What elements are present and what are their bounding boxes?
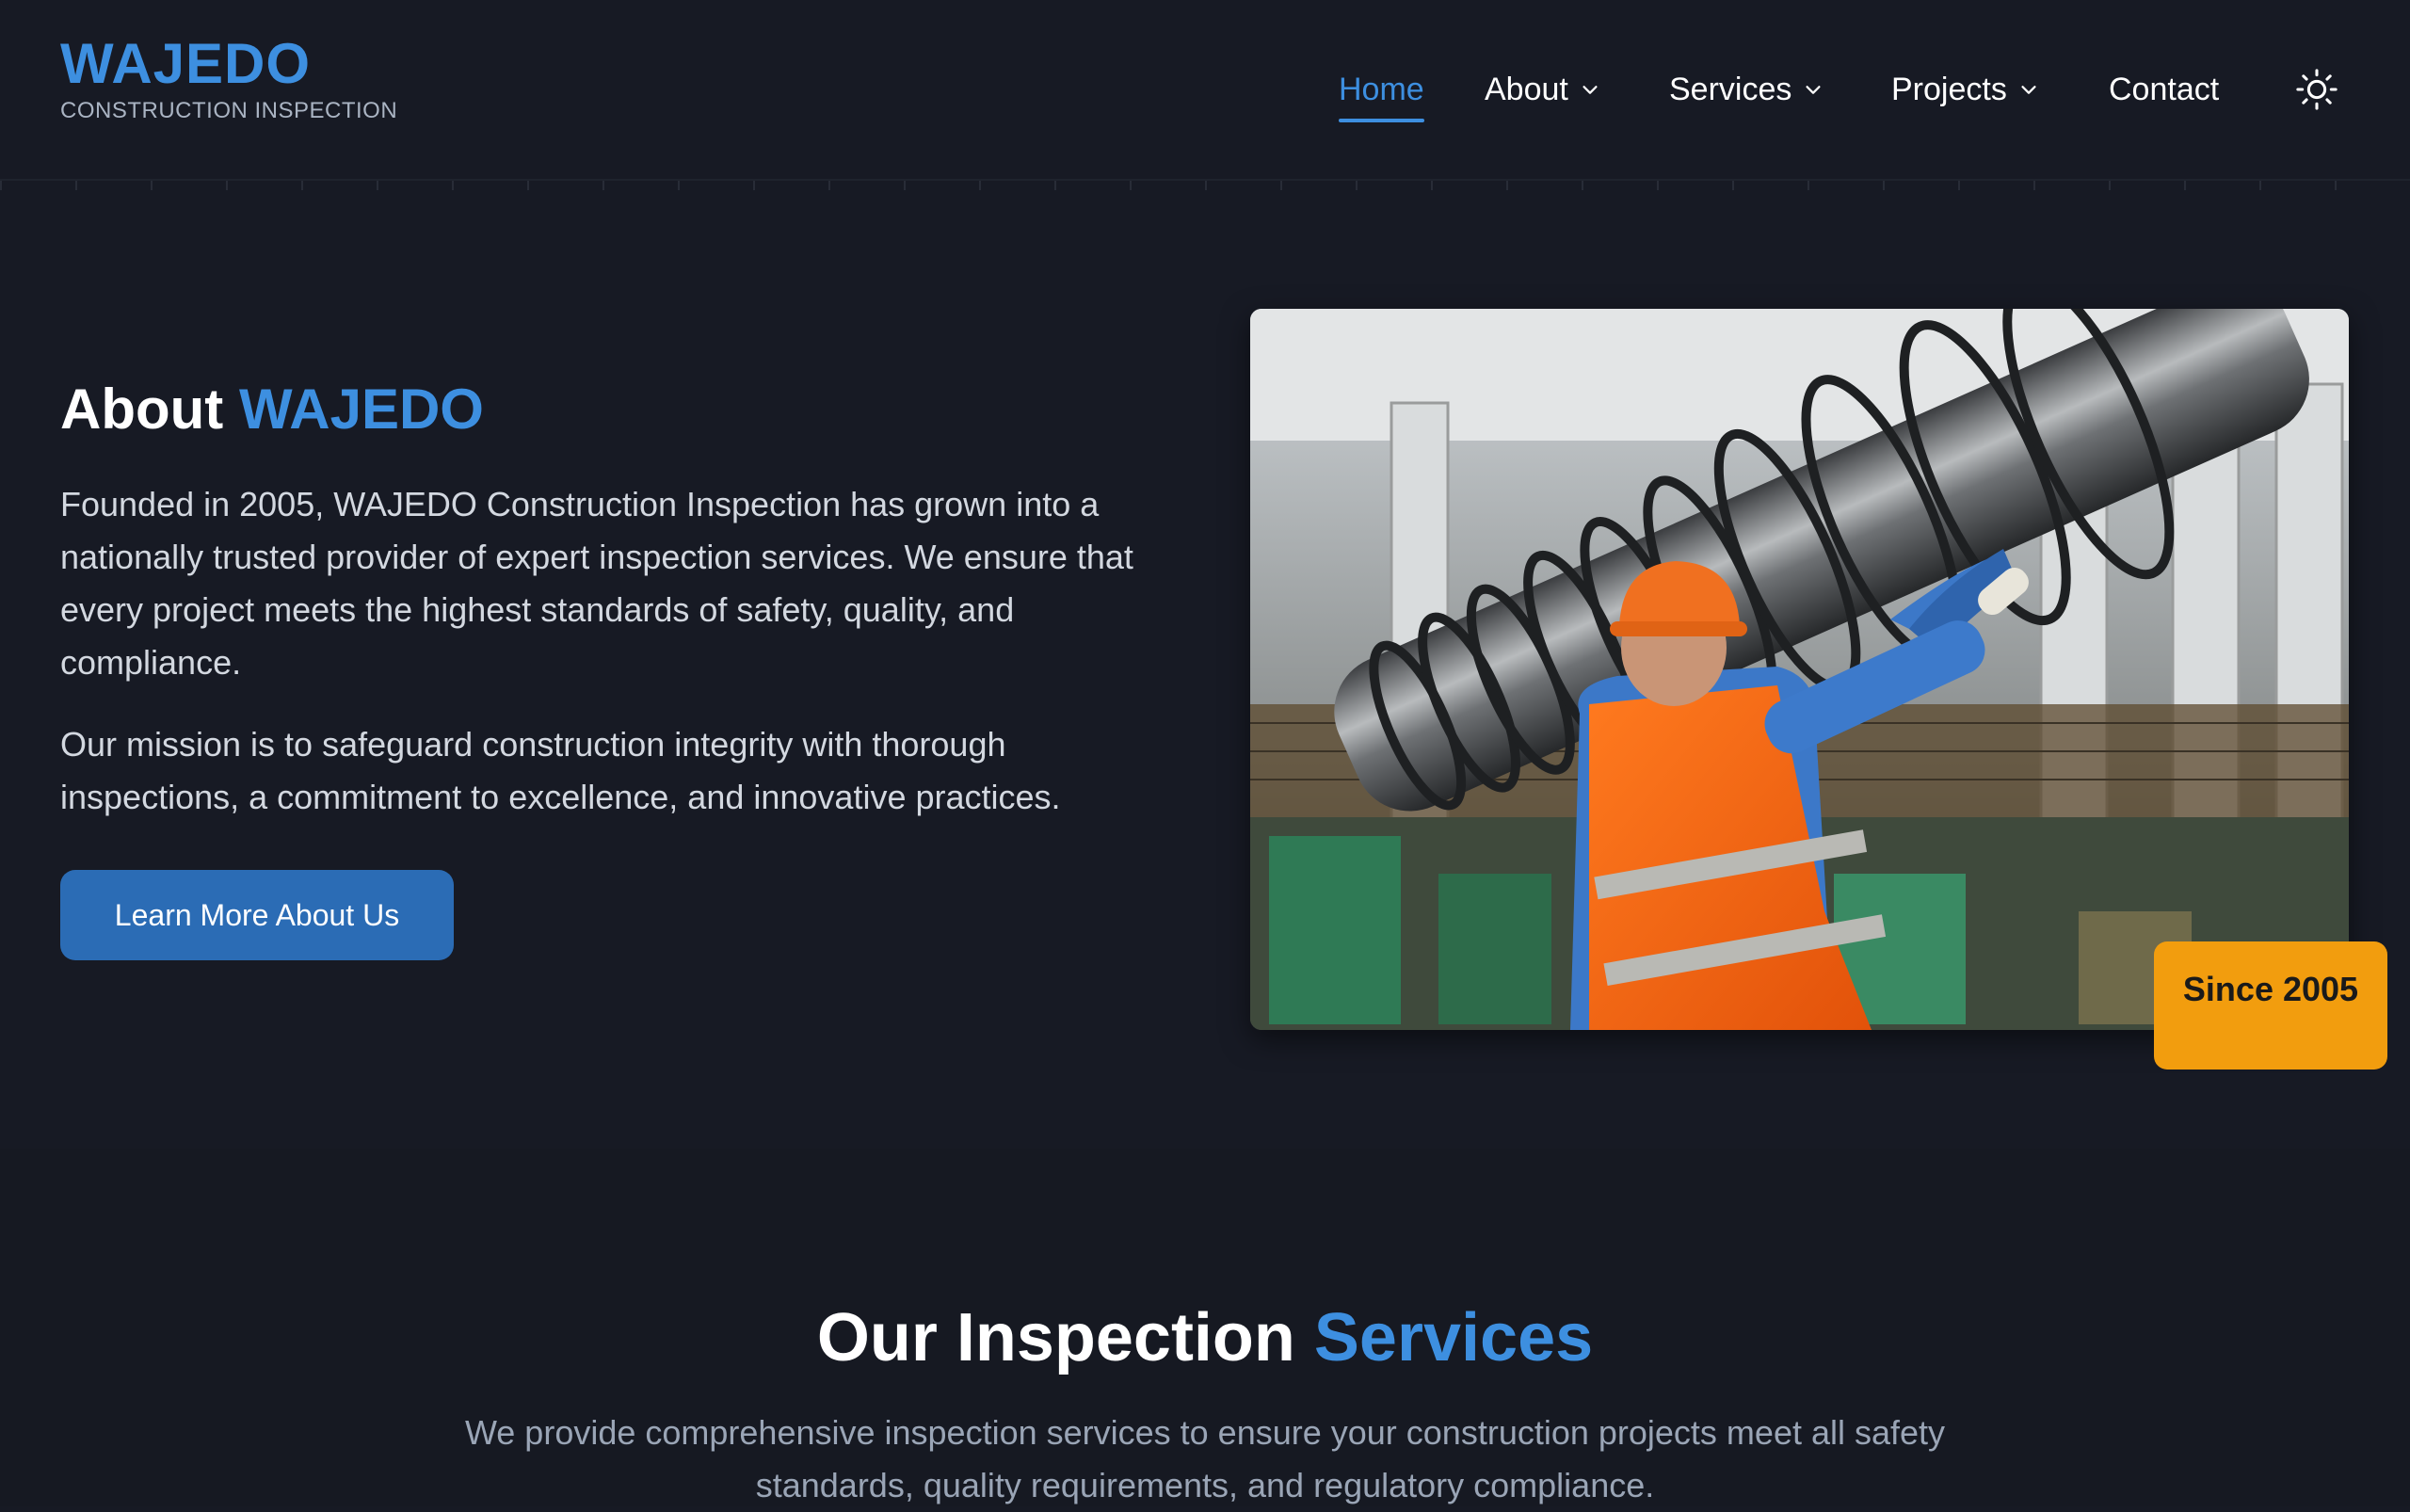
about-heading: About WAJEDO xyxy=(60,377,484,442)
services-heading-prefix: Our Inspection xyxy=(816,1300,1314,1375)
nav-about[interactable]: About xyxy=(1485,66,1600,113)
sun-icon xyxy=(2296,69,2338,110)
factory-inspector-illustration xyxy=(1250,309,2349,1030)
nav-projects-label: Projects xyxy=(1891,71,2007,107)
nav-contact-label: Contact xyxy=(2109,71,2220,107)
nav-services-label: Services xyxy=(1669,71,1792,107)
learn-more-button[interactable]: Learn More About Us xyxy=(60,870,454,960)
services-heading: Our Inspection Services xyxy=(0,1299,2410,1376)
logo-subtitle: CONSTRUCTION INSPECTION xyxy=(60,98,398,123)
nav-services[interactable]: Services xyxy=(1669,66,1824,113)
about-heading-accent: WAJEDO xyxy=(238,378,484,441)
about-paragraph-2: Our mission is to safeguard construction… xyxy=(60,725,1061,816)
about-paragraph-1: Founded in 2005, WAJEDO Construction Ins… xyxy=(60,485,1133,682)
site-header: WAJEDO CONSTRUCTION INSPECTION Home Abou… xyxy=(0,0,2410,182)
logo-title: WAJEDO xyxy=(60,32,312,95)
services-heading-accent: Services xyxy=(1313,1300,1594,1375)
logo[interactable]: WAJEDO CONSTRUCTION INSPECTION xyxy=(60,36,397,124)
nav-home[interactable]: Home xyxy=(1339,66,1424,122)
nav-home-label: Home xyxy=(1339,71,1424,107)
theme-toggle-button[interactable] xyxy=(2295,68,2338,111)
nav-projects[interactable]: Projects xyxy=(1891,66,2039,113)
chevron-down-icon xyxy=(1806,86,1821,94)
nav-contact[interactable]: Contact xyxy=(2109,66,2219,113)
inspector-photo xyxy=(1250,309,2349,1030)
chevron-down-icon xyxy=(2021,86,2036,94)
since-badge: Since 2005 xyxy=(2154,941,2387,1070)
chevron-down-icon xyxy=(1583,86,1598,94)
nav-about-label: About xyxy=(1485,71,1568,107)
services-subtitle: We provide comprehensive inspection serv… xyxy=(464,1413,1946,1504)
header-divider xyxy=(0,179,2410,190)
about-heading-prefix: About xyxy=(60,378,239,441)
